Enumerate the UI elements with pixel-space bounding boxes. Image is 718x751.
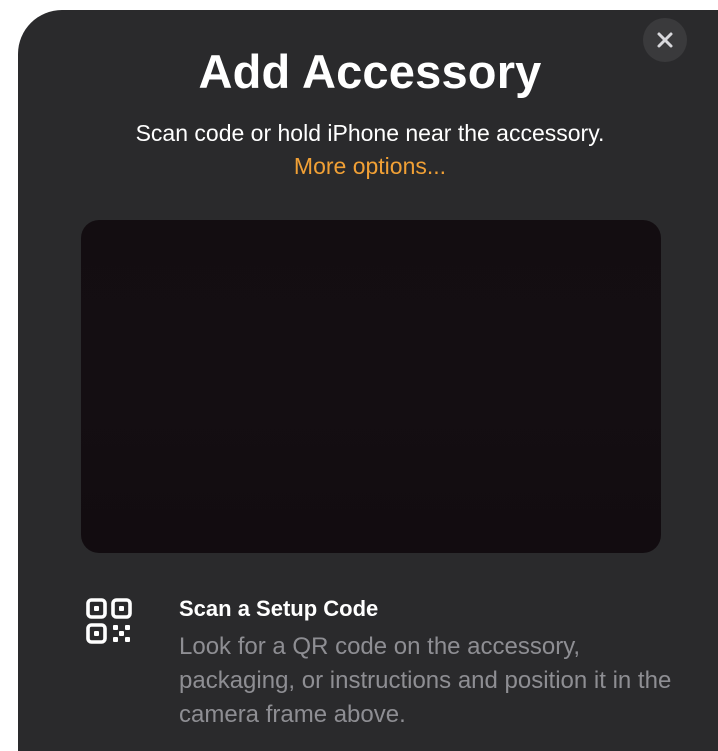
instruction-text: Scan code or hold iPhone near the access…: [120, 117, 620, 183]
instruction-label: Scan code or hold iPhone near the access…: [135, 120, 605, 146]
more-options-link[interactable]: More options...: [294, 153, 446, 179]
scan-setup-code-title: Scan a Setup Code: [179, 596, 379, 621]
qr-code-icon: [86, 598, 132, 644]
camera-viewfinder: [81, 220, 661, 553]
page-title: Add Accessory: [198, 45, 542, 98]
screen: Add Accessory Scan code or hold iPhone n…: [0, 0, 718, 751]
scan-setup-code-description: Look for a QR code on the accessory, pac…: [179, 633, 672, 728]
